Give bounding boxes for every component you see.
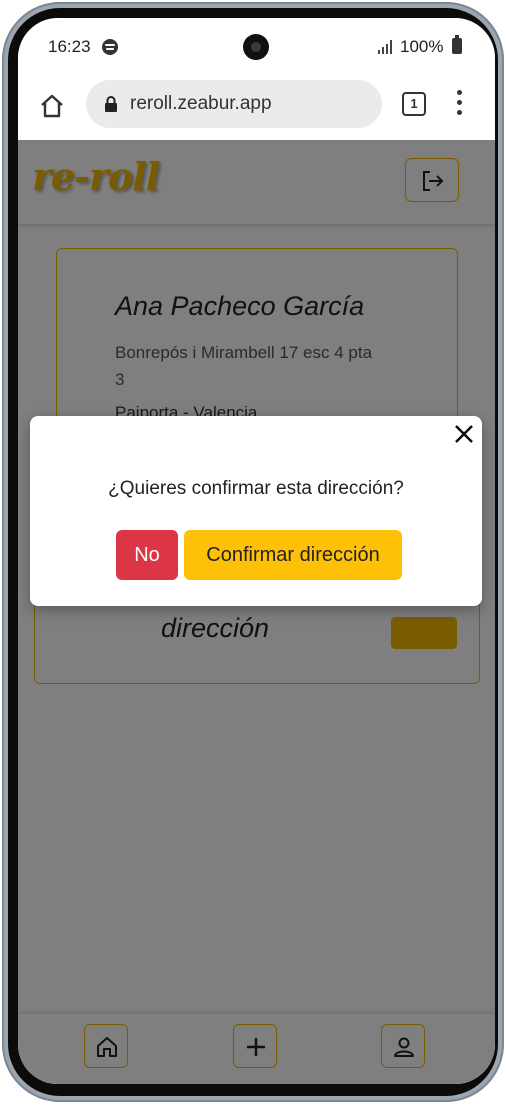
battery-percentage: 100% (400, 37, 444, 56)
tabs-icon[interactable]: 1 (402, 92, 426, 116)
browser-toolbar: reroll.zeabur.app 1 (18, 76, 495, 140)
battery-icon (452, 35, 462, 54)
status-bar: 16:23 100% (18, 18, 495, 76)
web-content: re-roll Ana Pacheco García Bonrepós i Mi… (18, 140, 495, 1084)
address-bar[interactable]: reroll.zeabur.app (86, 80, 382, 128)
url-text: reroll.zeabur.app (130, 93, 272, 114)
lock-icon (104, 96, 118, 112)
confirm-address-button[interactable]: Confirmar dirección (184, 530, 402, 580)
spotify-icon (102, 39, 118, 55)
signal-icon (378, 40, 394, 54)
camera-icon (243, 34, 269, 60)
phone-screen: 16:23 100% reroll.zeabur.app 1 re-roll (18, 18, 495, 1084)
close-icon[interactable] (450, 420, 478, 448)
status-time: 16:23 (48, 37, 91, 56)
no-button[interactable]: No (116, 530, 178, 580)
modal-message: ¿Quieres confirmar esta dirección? (108, 478, 404, 499)
confirm-address-modal: ¿Quieres confirmar esta dirección? No Co… (30, 416, 482, 606)
more-menu-icon[interactable] (456, 90, 462, 116)
modal-backdrop[interactable] (18, 140, 495, 1084)
home-icon[interactable] (38, 92, 66, 120)
